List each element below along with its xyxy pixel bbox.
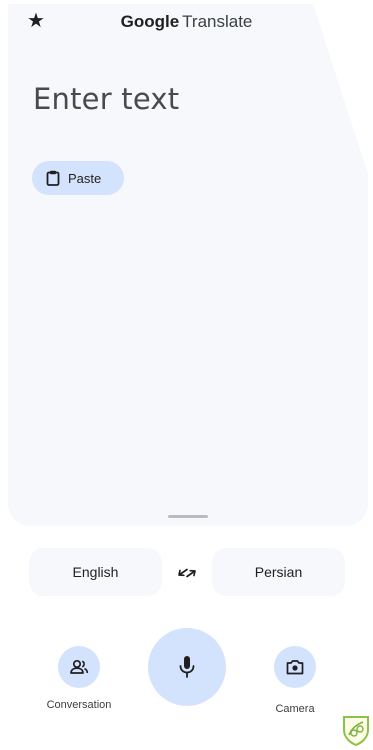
microphone-button[interactable] [148, 628, 226, 706]
swap-arrows-icon [178, 568, 196, 578]
shield-badge-icon [343, 716, 369, 746]
conversation-label: Conversation [46, 699, 112, 711]
conversation-circle[interactable] [58, 646, 100, 688]
clipboard-icon [46, 170, 60, 186]
target-language-button[interactable]: Persian [212, 548, 345, 596]
paste-label: Paste [68, 170, 102, 186]
people-icon [70, 659, 89, 674]
brand-translate: Translate [182, 12, 253, 31]
camera-button[interactable]: Camera [255, 646, 335, 715]
app-title: Google Translate [0, 12, 373, 32]
target-language-label: Persian [254, 564, 303, 580]
camera-circle[interactable] [274, 646, 316, 688]
source-language-button[interactable]: English [29, 548, 162, 596]
conversation-button[interactable]: Conversation [36, 646, 122, 711]
camera-label: Camera [275, 703, 315, 715]
app-header: ★ Google Translate [0, 0, 373, 44]
microphone-icon [179, 656, 195, 678]
brand-google: Google [120, 12, 180, 31]
paste-button[interactable]: Paste [32, 161, 124, 195]
swap-languages-button[interactable] [174, 560, 200, 586]
source-language-label: English [72, 564, 119, 580]
source-text-input[interactable]: Enter text [33, 82, 179, 116]
camera-icon [286, 660, 304, 675]
drag-handle[interactable] [168, 515, 208, 518]
